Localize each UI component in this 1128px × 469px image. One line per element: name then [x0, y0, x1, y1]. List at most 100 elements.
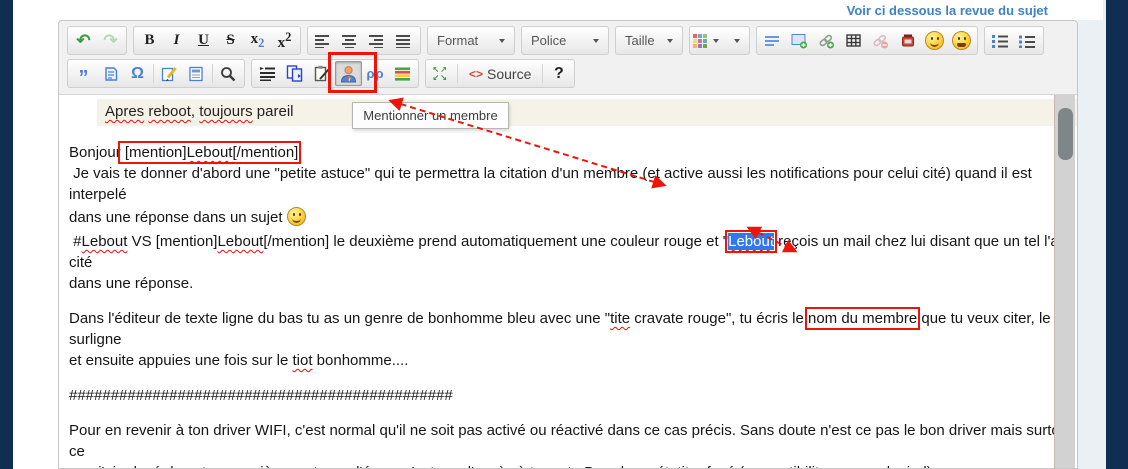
- format-select-group: Format: [427, 26, 515, 55]
- doc-icon: [188, 66, 205, 82]
- text-color-button[interactable]: [692, 28, 720, 53]
- chevron-down-icon: [593, 39, 599, 43]
- editor-toolbar: ↶ ↷ B I U S x2 x2 Format Police: [59, 21, 1077, 94]
- insert-media-button[interactable]: [894, 28, 921, 53]
- unlink-icon: [872, 33, 889, 49]
- topic-review-link[interactable]: Voir ci dessous la revue du sujet: [847, 3, 1048, 18]
- editor-scrollbar[interactable]: [1054, 95, 1075, 468]
- page-right-gutter: [1078, 0, 1106, 469]
- copy-button[interactable]: [281, 61, 308, 86]
- special-char-button[interactable]: Ω: [124, 61, 151, 86]
- source-button[interactable]: <>Source: [460, 61, 540, 86]
- strike-button[interactable]: S: [217, 28, 244, 53]
- align-left-button[interactable]: [310, 28, 337, 53]
- quote-icon: ”: [79, 65, 89, 83]
- grin-icon: [952, 31, 971, 50]
- source-icon: <>: [469, 67, 483, 81]
- smiley-button[interactable]: [921, 28, 948, 53]
- bg-color-button[interactable]: [720, 28, 747, 53]
- align-right-button[interactable]: [364, 28, 391, 53]
- italic-icon: I: [174, 32, 180, 49]
- pp-quotes-icon: ρρ: [366, 66, 384, 81]
- text-run: nom du membre: [808, 310, 917, 327]
- mention-member-button[interactable]: [335, 61, 362, 86]
- stripes-icon: [395, 67, 411, 81]
- smiley-icon: [287, 207, 306, 226]
- text-run: bonhomme....: [313, 352, 409, 369]
- redo-button[interactable]: ↷: [97, 28, 124, 53]
- text-run: Pour en revenir à ton driver WIFI, c'est…: [69, 422, 1076, 460]
- cite-button[interactable]: ρρ: [362, 61, 389, 86]
- paste-button[interactable]: [308, 61, 335, 86]
- table-icon: [846, 34, 862, 48]
- text-run: Lebout: [728, 233, 774, 250]
- bullet-list-button[interactable]: [1014, 28, 1041, 53]
- pencil-icon: [161, 66, 178, 82]
- text-run: étatit: [657, 464, 690, 468]
- text-line: que j'ai relevé dans tes première captur…: [59, 462, 1077, 468]
- insert-link-button[interactable]: [813, 28, 840, 53]
- text-run: [/mention] le deuxième prend automatique…: [263, 233, 728, 250]
- search-button[interactable]: [215, 61, 242, 86]
- editor-content[interactable]: Apres reboot, toujours pareilBonjour [me…: [59, 94, 1077, 468]
- spoiler-button[interactable]: [389, 61, 416, 86]
- font-select[interactable]: Police: [524, 33, 606, 48]
- size-select[interactable]: Taille: [618, 33, 680, 48]
- text-run: Lebout: [187, 144, 233, 161]
- text-run: [/mention]: [232, 144, 298, 161]
- highlight-button[interactable]: [759, 28, 786, 53]
- text-run: toujours: [199, 103, 252, 120]
- undo-icon: ↶: [76, 31, 90, 51]
- superscript-button[interactable]: x2: [271, 28, 298, 53]
- text-line: Je vais te donner d'abord une "petite as…: [59, 163, 1077, 205]
- chevron-down-icon: [499, 39, 505, 43]
- text-line: Dans l'éditeur de texte ligne du bas tu …: [59, 308, 1077, 350]
- align-center-icon: [342, 34, 359, 48]
- italic-button[interactable]: I: [163, 28, 190, 53]
- text-line: Pour en revenir à ton driver WIFI, c'est…: [59, 420, 1077, 462]
- grin-smiley-button[interactable]: [948, 28, 975, 53]
- underline-button[interactable]: U: [190, 28, 217, 53]
- text-line: dans une réponse.: [59, 273, 1077, 294]
- ordered-list-button[interactable]: [987, 28, 1014, 53]
- image-icon: [791, 33, 808, 49]
- insert-table-button[interactable]: [840, 28, 867, 53]
- divider: [153, 64, 154, 83]
- text-run: dans une réponse.: [69, 275, 193, 292]
- align-center-button[interactable]: [337, 28, 364, 53]
- scrollbar-thumb[interactable]: [1058, 108, 1073, 160]
- edit-draft-button[interactable]: [156, 61, 183, 86]
- undo-button[interactable]: ↶: [70, 28, 97, 53]
- text-run: [mention]Lebout[/mention]: [121, 144, 299, 161]
- highlight-icon: [765, 34, 781, 47]
- subscript-button[interactable]: x2: [244, 28, 271, 53]
- text-run: Bonjour: [69, 144, 121, 161]
- divider: [212, 64, 213, 83]
- rich-text-editor: ↶ ↷ B I U S x2 x2 Format Police: [58, 20, 1078, 469]
- document-button[interactable]: [183, 61, 210, 86]
- size-select-group: Taille: [615, 26, 683, 55]
- align-justify-button[interactable]: [391, 28, 418, 53]
- insert-image-button[interactable]: [786, 28, 813, 53]
- unlink-button[interactable]: [867, 28, 894, 53]
- page-left-border: [0, 0, 13, 469]
- bbcode-button[interactable]: [97, 61, 124, 86]
- text-run: ########################################…: [69, 387, 453, 404]
- smile-icon: [925, 31, 944, 50]
- text-run: cravate rouge", tu écris le: [630, 310, 808, 327]
- text-run: que j'ai relevé dans tes première captur…: [69, 464, 584, 468]
- strike-icon: S: [226, 32, 234, 49]
- list-lines-icon: [259, 66, 276, 81]
- underline-icon: U: [198, 32, 209, 49]
- bold-button[interactable]: B: [136, 28, 163, 53]
- help-button[interactable]: ?: [545, 61, 572, 86]
- quote-button[interactable]: ”: [70, 61, 97, 86]
- text-run: ): [927, 464, 932, 468]
- format-select[interactable]: Format: [430, 33, 512, 48]
- maximize-button[interactable]: ↖↗↙↘: [428, 61, 455, 86]
- text-run: denied: [882, 464, 927, 468]
- link-icon: [818, 33, 835, 49]
- align-right-icon: [369, 34, 386, 48]
- clipboard-group: ρρ: [251, 59, 419, 88]
- list-block-button[interactable]: [254, 61, 281, 86]
